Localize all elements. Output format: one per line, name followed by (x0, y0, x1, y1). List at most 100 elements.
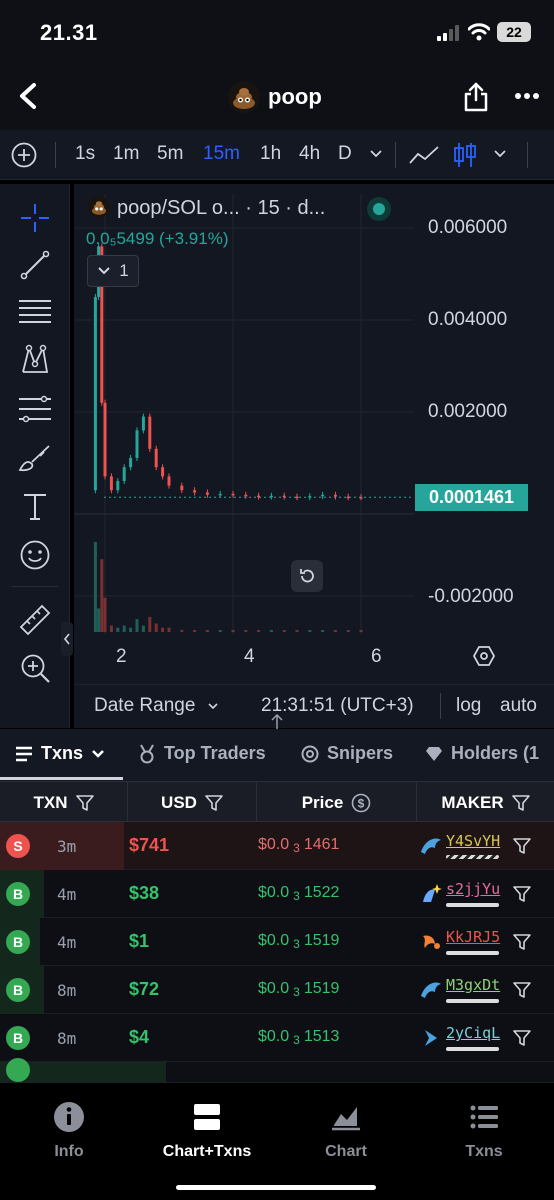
table-row[interactable]: S 3m $741 $0.0 3 1461 Y4SvYH (0, 822, 554, 870)
crosshair-tool[interactable] (17, 200, 53, 236)
price-chart[interactable]: poop/SOL o... · 15 · d... 0.0₅5499 (+3.9… (74, 184, 554, 728)
nav-info[interactable]: Info (14, 1101, 124, 1161)
tab-txns[interactable]: Txns (15, 743, 105, 764)
nav-chart-txns[interactable]: Chart+Txns (152, 1101, 262, 1161)
status-time: 21.31 (40, 20, 98, 45)
chart-plot-area[interactable] (74, 184, 554, 684)
more-options-icon[interactable] (514, 92, 540, 100)
txn-type-badge: B (6, 882, 30, 906)
timeframe-1m[interactable]: 1m (113, 143, 139, 165)
text-tool[interactable] (17, 489, 53, 525)
chart-type-dropdown-chevron-icon[interactable] (493, 148, 507, 160)
date-range-dropdown[interactable]: Date Range (94, 695, 219, 717)
maker-address[interactable]: s2jjYu (446, 880, 500, 898)
volume-bar (359, 630, 363, 632)
market-status-indicator (367, 197, 391, 221)
price-zero-count: 3 (293, 889, 300, 903)
fib-retracement-tool[interactable] (17, 294, 53, 330)
filter-icon[interactable] (75, 794, 94, 812)
volume-bar (205, 630, 209, 632)
maker-address[interactable]: KkJRJ5 (446, 928, 500, 946)
tab-label: Holders (1 (451, 743, 540, 763)
status-bar: 21.31 22 (0, 0, 554, 64)
filter-icon[interactable] (511, 794, 530, 812)
timeframe-4h[interactable]: 4h (299, 143, 320, 165)
chart-settings-icon[interactable] (472, 644, 496, 668)
nav-chart[interactable]: Chart (291, 1101, 401, 1161)
maker-balance-bar (446, 1047, 499, 1051)
price-zero-count: 3 (293, 985, 300, 999)
volume-bar (129, 627, 133, 632)
timeframe-1s[interactable]: 1s (75, 143, 95, 165)
volume-bar (100, 559, 104, 632)
column-header-txn[interactable]: TXN (0, 782, 128, 823)
chevron-down-icon (98, 267, 110, 275)
txn-age: 8m (57, 981, 77, 1000)
timeframe-5m[interactable]: 5m (157, 143, 183, 165)
tab-holders[interactable]: Holders (1 (425, 743, 539, 764)
chevron-down-icon (208, 703, 218, 710)
measure-tool[interactable] (17, 602, 53, 638)
timeframe-D[interactable]: D (338, 143, 352, 165)
column-header-maker[interactable]: MAKER (417, 782, 554, 823)
maker-address[interactable]: M3gxDt (446, 976, 500, 994)
y-axis-tick: 0.006000 (428, 217, 508, 238)
column-header-price[interactable]: Price $ (257, 782, 417, 823)
maker-address[interactable]: 2yCiqL (446, 1024, 500, 1042)
x-axis-tick: 6 (371, 646, 382, 667)
reset-chart-button[interactable] (291, 560, 323, 592)
wifi-icon (468, 23, 490, 41)
timeframe-dropdown-chevron-icon[interactable] (369, 148, 383, 160)
tab-snipers[interactable]: Snipers (301, 743, 393, 764)
tab-top-traders[interactable]: Top Traders (138, 743, 266, 764)
filter-maker-icon[interactable] (513, 1029, 531, 1047)
toolbar-collapse-handle[interactable] (61, 622, 73, 656)
currency-toggle-icon[interactable]: $ (351, 793, 371, 813)
zoom-tool[interactable] (17, 650, 53, 686)
brush-tool[interactable] (17, 440, 53, 476)
table-row[interactable]: B 4m $1 $0.0 3 1519 KkJRJ5 (0, 918, 554, 966)
table-row[interactable]: B 8m $4 $0.0 3 1513 2yCiqL (0, 1014, 554, 1062)
txn-type-badge: B (6, 978, 30, 1002)
indicators-toggle[interactable]: 1 (87, 255, 139, 287)
trend-line-tool[interactable] (17, 247, 53, 283)
emoji-tool[interactable] (17, 537, 53, 573)
dolphin-icon (421, 982, 441, 998)
nav-label: Chart+Txns (162, 1143, 252, 1160)
line-chart-type-icon[interactable] (409, 144, 439, 166)
filter-icon[interactable] (205, 794, 223, 812)
auto-scale-toggle[interactable]: auto (500, 695, 537, 717)
filter-maker-icon[interactable] (513, 933, 531, 951)
list-icon (470, 1105, 498, 1129)
add-symbol-icon[interactable] (11, 142, 37, 168)
chart-legend-price: 0.0₅5499 (+3.91%) (86, 229, 229, 248)
filter-maker-icon[interactable] (513, 837, 531, 855)
candle-body (193, 490, 197, 493)
table-row[interactable]: B 8m $72 $0.0 3 1519 M3gxDt (0, 966, 554, 1014)
timeframe-1h[interactable]: 1h (260, 143, 281, 165)
price-digits: 1519 (303, 932, 340, 949)
chart-legend-title[interactable]: poop/SOL o... · 15 · d... (117, 197, 325, 220)
maker-address[interactable]: Y4SvYH (446, 832, 500, 850)
txn-type-badge: B (6, 1026, 30, 1050)
forecast-tool[interactable] (17, 391, 53, 427)
back-chevron-icon[interactable] (16, 82, 40, 110)
column-header-usd[interactable]: USD (128, 782, 257, 823)
candlestick-chart-type-icon[interactable] (453, 141, 477, 169)
bottom-navigation: Info Chart+Txns Chart Txns (0, 1082, 554, 1200)
nav-txns[interactable]: Txns (429, 1101, 539, 1161)
candle-body (333, 494, 337, 497)
table-row[interactable] (0, 1058, 554, 1082)
pattern-tool[interactable] (17, 342, 53, 378)
volume-bar (333, 630, 337, 632)
column-label: Price (301, 792, 344, 812)
home-indicator (176, 1185, 376, 1190)
share-icon[interactable] (463, 82, 489, 112)
filter-maker-icon[interactable] (513, 981, 531, 999)
txn-usd: $72 (129, 979, 160, 999)
filter-maker-icon[interactable] (513, 885, 531, 903)
txn-type-badge (6, 1058, 30, 1082)
timeframe-15m[interactable]: 15m (203, 143, 240, 165)
log-scale-toggle[interactable]: log (456, 695, 481, 717)
table-row[interactable]: B 4m $38 $0.0 3 1522 s2jjYu (0, 870, 554, 918)
